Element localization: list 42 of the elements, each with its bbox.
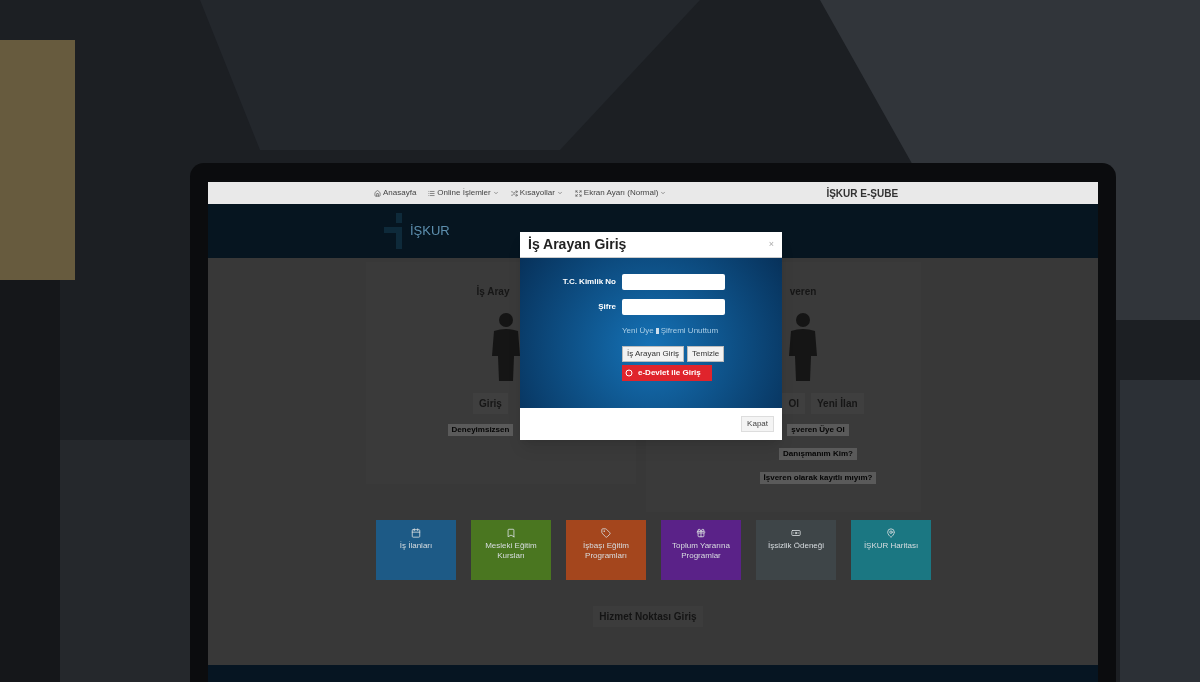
tag-icon [601,528,611,538]
field-label: Şifre [597,301,616,313]
gift-icon [696,528,706,538]
service-tile[interactable]: Toplum Yararına Programlar [661,520,741,580]
service-tile[interactable]: İş İlanları [376,520,456,580]
nav-link[interactable]: Kısayollar [510,187,563,199]
shuffle-icon [510,189,518,197]
modal-button[interactable]: İş Arayan Giriş [622,346,684,362]
nav-link[interactable]: Ekran Ayarı (Normal) [574,187,667,199]
banknote-icon [791,528,801,538]
close-dialog-button[interactable]: Kapat [741,416,774,432]
panel-link[interactable]: Deneyimsizsen [447,424,514,436]
register-link[interactable]: Yeni Üye [622,325,654,337]
expand-icon [574,189,582,197]
caret-icon [556,190,563,196]
input-field[interactable] [622,299,725,315]
logo-text: İŞKUR [410,222,450,241]
panel-link[interactable]: şveren Üye Ol [787,424,849,436]
list-icon [428,189,436,197]
nav-link[interactable]: Anasayfa [374,187,417,199]
home-icon [374,189,381,197]
field-label: T.C. Kimlik No [561,276,616,288]
modal-title: İş Arayan Giriş [528,235,627,254]
service-tile[interactable]: İşbaşı Eğitim Programları [566,520,646,580]
service-tile[interactable]: Mesleki Eğitim Kursları [471,520,551,580]
panel-link[interactable]: İşveren olarak kayıtlı mıyım? [759,472,877,484]
forgot-password-link[interactable]: Şifremi Unuttum [660,325,719,337]
edevlet-button[interactable]: e-Devlet ile Giriş [622,365,712,381]
modal-button[interactable]: Temizle [687,346,725,362]
calendar-icon [411,528,421,538]
caret-icon [660,190,667,196]
service-tile[interactable]: İşsizlik Ödeneği [756,520,836,580]
caret-icon [492,190,499,196]
service-tile[interactable]: İŞKUR Haritası [851,520,931,580]
nav-link[interactable]: Online İşlemler [428,187,499,199]
logo-icon [625,369,633,377]
panel-link[interactable]: Danışmanım Kim? [779,448,857,460]
bookmark-icon [506,528,516,538]
brand-title: İŞKUR E-ŞUBE [826,186,899,201]
close-button[interactable]: × [768,237,774,252]
input-field[interactable] [622,274,725,290]
map-pin-icon [886,528,896,538]
